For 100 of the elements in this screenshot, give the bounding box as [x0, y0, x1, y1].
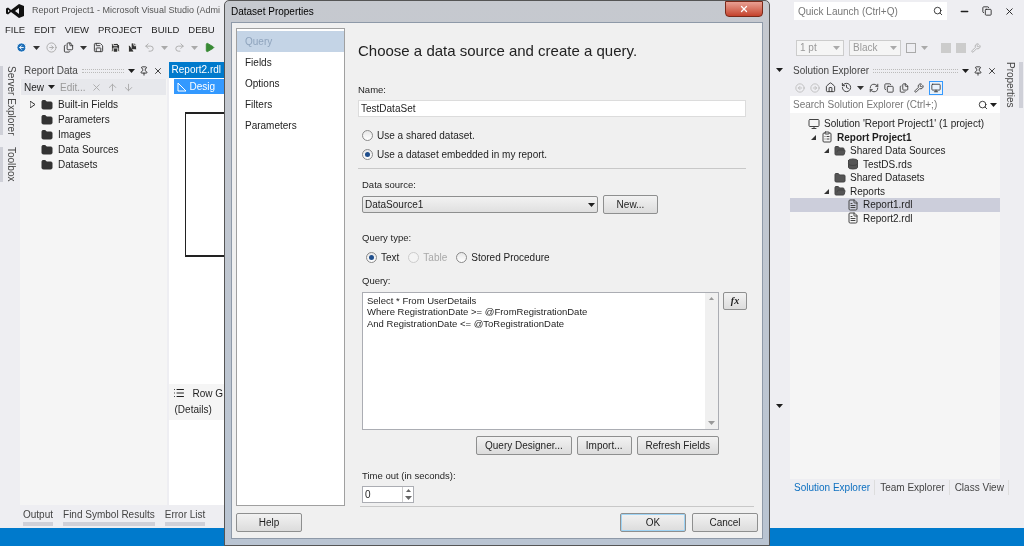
radio-button[interactable] — [362, 129, 373, 141]
caret-icon — [921, 45, 928, 50]
caret-icon — [708, 420, 715, 425]
query-button[interactable]: Refresh Fields — [636, 435, 719, 455]
panel-title: Solution Explorer — [793, 64, 870, 78]
tree-item[interactable]: Report1.rdl — [790, 198, 1000, 212]
radio-button[interactable] — [366, 252, 377, 264]
tree-item[interactable]: Parameters — [20, 112, 167, 127]
tree-item[interactable]: Report2.rdl — [790, 211, 1000, 225]
wrench-icon[interactable] — [914, 82, 924, 93]
page-list-item[interactable]: Parameters — [237, 115, 344, 136]
tree-item[interactable]: Images — [20, 127, 167, 142]
cancel-button[interactable]: Cancel — [692, 513, 758, 532]
folder-icon — [834, 185, 846, 198]
report-icon — [847, 198, 859, 211]
pin-icon[interactable] — [138, 65, 149, 76]
caret-icon — [775, 68, 783, 72]
project-icon — [821, 131, 833, 144]
tree-item[interactable]: Reports — [790, 184, 1000, 198]
scrollbar[interactable] — [705, 292, 718, 429]
solution-icon — [808, 117, 820, 130]
data-source-select[interactable]: DataSource1 — [362, 196, 598, 213]
menu-item[interactable]: VIEW — [64, 22, 89, 38]
tree-item[interactable]: Shared Data Sources — [790, 144, 1000, 158]
home-icon[interactable] — [825, 82, 836, 93]
timeout-spinner[interactable]: 0 — [362, 485, 414, 503]
query-button[interactable]: Query Designer... — [476, 435, 572, 455]
restore-icon[interactable] — [982, 6, 992, 16]
page-list-item[interactable]: Options — [237, 73, 344, 94]
spin-up-icon[interactable] — [405, 488, 411, 492]
caret-icon — [33, 45, 40, 50]
expanded-icon[interactable] — [823, 188, 829, 194]
radio-button[interactable] — [362, 148, 373, 160]
panel-tab[interactable]: Solution Explorer — [793, 479, 876, 495]
preview-button[interactable] — [929, 80, 943, 95]
dialog-title: Dataset Properties — [231, 5, 314, 19]
caret-icon — [588, 202, 595, 207]
expanded-icon[interactable] — [823, 148, 829, 154]
tree-item[interactable]: Report Project1 — [790, 130, 1000, 144]
tree-item[interactable]: Built-in Fields — [20, 97, 167, 112]
close-icon[interactable] — [987, 65, 997, 76]
menu-item[interactable]: EDIT — [34, 22, 56, 38]
caret-icon — [48, 85, 55, 89]
panel-tab[interactable]: Team Explorer — [879, 479, 950, 495]
help-button[interactable]: Help — [236, 513, 302, 532]
expression-button[interactable]: fx — [723, 291, 747, 310]
query-text-area[interactable]: Select * From UserDetails Where RegistrationDate >= @FromRegistrationDate And RegistrationDate <= @ToRegistrationDate — [362, 291, 719, 430]
tree-item[interactable]: Datasets — [20, 157, 167, 172]
query-line: And RegistrationDate <= @ToRegistrationDate — [367, 317, 566, 329]
quick-launch-field[interactable]: Quick Launch (Ctrl+Q) — [794, 2, 947, 20]
field-label: Data source: — [361, 177, 417, 192]
close-icon[interactable] — [152, 65, 163, 76]
history-icon[interactable] — [841, 82, 852, 93]
folder-icon — [41, 158, 53, 171]
pin-icon[interactable] — [973, 65, 983, 76]
folder-icon — [834, 171, 846, 184]
folder-icon — [41, 143, 53, 156]
collapse-all-icon[interactable] — [884, 82, 894, 93]
tree-item[interactable]: Data Sources — [20, 142, 167, 157]
caret-icon — [857, 85, 864, 90]
sync-icon[interactable] — [869, 82, 879, 93]
database-icon — [847, 158, 859, 171]
expanded-icon[interactable] — [810, 134, 816, 140]
menu-item[interactable]: PROJECT — [98, 22, 143, 38]
page-list-item[interactable]: Filters — [237, 94, 344, 115]
query-button[interactable]: Import... — [576, 435, 632, 455]
menu-item[interactable]: FILE — [5, 22, 26, 38]
query-line: Select * From UserDetails — [367, 294, 478, 306]
show-files-icon[interactable] — [899, 82, 909, 93]
close-icon[interactable] — [1004, 5, 1015, 17]
document-tab[interactable]: Report2.rdl — [168, 62, 224, 76]
new-menu[interactable]: New — [24, 79, 55, 95]
radio-button[interactable] — [456, 252, 468, 264]
tree-item[interactable]: Shared Datasets — [790, 171, 1000, 185]
new-project-icon[interactable] — [63, 42, 74, 53]
search-field[interactable]: Search Solution Explorer (Ctrl+;) — [790, 96, 1000, 113]
field-label: Name: — [358, 82, 387, 97]
collapsed-icon[interactable] — [30, 101, 35, 108]
close-button[interactable] — [725, 0, 763, 17]
panel-tab[interactable]: Class View — [953, 479, 1009, 495]
details-group[interactable]: (Details) — [168, 402, 224, 417]
ok-button[interactable]: OK — [620, 513, 686, 532]
caret-icon — [833, 45, 840, 50]
name-field[interactable]: TestDataSet — [358, 99, 746, 117]
row-groups-label: Row G — [192, 386, 224, 401]
close-icon — [739, 3, 749, 14]
row-groups-icon — [172, 387, 185, 399]
query-line: Where RegistrationDate >= @FromRegistrationDate — [367, 306, 589, 318]
menu-item[interactable]: BUILD — [151, 22, 180, 38]
folder-icon — [41, 128, 53, 141]
menu-caret-icon — [127, 68, 135, 73]
save-icon[interactable] — [93, 42, 104, 53]
field-label: Time out (in seconds): — [361, 468, 457, 483]
tree-item[interactable]: Solution 'Report Project1' (1 project) — [790, 117, 1000, 131]
page-list-item[interactable]: Fields — [237, 52, 344, 73]
side-tab[interactable]: Properties — [1002, 62, 1023, 108]
start-icon[interactable] — [204, 42, 215, 53]
tree-item[interactable]: TestDS.rds — [790, 157, 1000, 171]
menu-item[interactable]: DEBU — [188, 22, 215, 38]
new-button[interactable]: New... — [603, 195, 658, 214]
